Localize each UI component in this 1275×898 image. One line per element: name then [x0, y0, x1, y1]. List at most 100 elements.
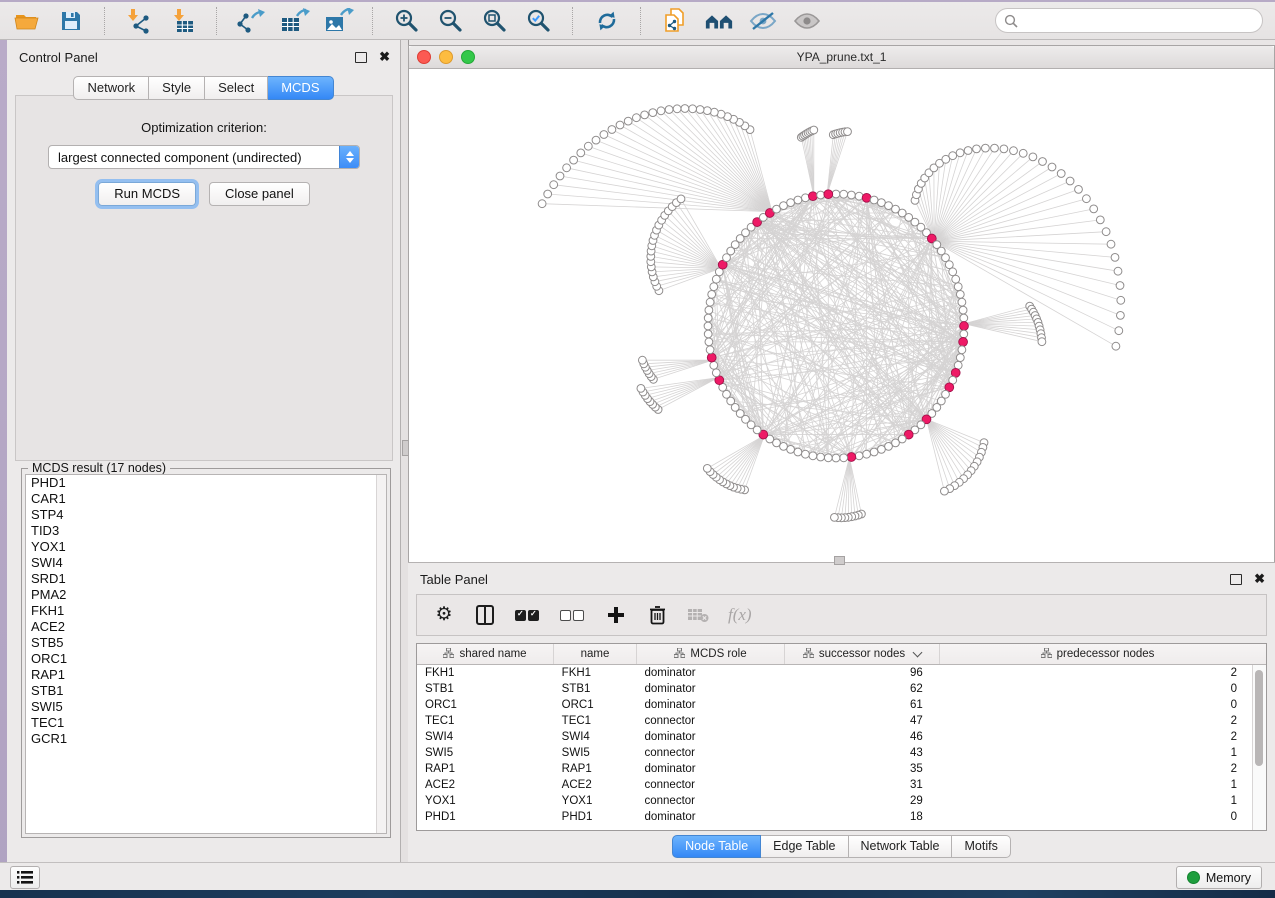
float-panel-icon[interactable] — [355, 52, 367, 63]
float-table-panel-icon[interactable] — [1230, 574, 1242, 585]
export-image-icon[interactable] — [324, 7, 354, 35]
column-header-shared-name[interactable]: shared name — [417, 644, 554, 664]
mcds-result-item[interactable]: SRD1 — [26, 571, 386, 587]
network-node[interactable] — [817, 191, 825, 199]
network-hub-node[interactable] — [809, 192, 818, 201]
mcds-result-item[interactable]: STP4 — [26, 507, 386, 523]
network-leaf-node[interactable] — [1090, 205, 1098, 213]
network-leaf-node[interactable] — [1010, 147, 1018, 155]
network-graph[interactable] — [409, 69, 1274, 563]
network-node[interactable] — [945, 261, 953, 269]
network-canvas[interactable] — [409, 69, 1274, 563]
tab-network-table[interactable]: Network Table — [849, 835, 953, 858]
network-leaf-node[interactable] — [831, 514, 839, 522]
network-leaf-node[interactable] — [592, 136, 600, 144]
network-leaf-node[interactable] — [1116, 282, 1124, 290]
window-close-button[interactable] — [417, 50, 431, 64]
network-node[interactable] — [706, 298, 714, 306]
zoom-selected-icon[interactable] — [524, 7, 554, 35]
table-row[interactable]: PHD1PHD1dominator180 — [417, 809, 1253, 825]
network-leaf-node[interactable] — [1075, 186, 1083, 194]
tab-motifs[interactable]: Motifs — [952, 835, 1010, 858]
network-leaf-node[interactable] — [1112, 342, 1120, 350]
network-leaf-node[interactable] — [563, 164, 571, 172]
network-leaf-node[interactable] — [1019, 149, 1027, 157]
mcds-result-item[interactable]: TID3 — [26, 523, 386, 539]
export-table-icon[interactable] — [280, 7, 310, 35]
network-leaf-node[interactable] — [577, 149, 585, 157]
deselect-all-icon[interactable] — [560, 602, 586, 628]
mcds-result-item[interactable]: FKH1 — [26, 603, 386, 619]
tab-node-table[interactable]: Node Table — [672, 835, 761, 858]
save-icon[interactable] — [56, 7, 86, 35]
network-leaf-node[interactable] — [681, 105, 689, 113]
network-node[interactable] — [817, 453, 825, 461]
network-node[interactable] — [710, 361, 718, 369]
network-leaf-node[interactable] — [1048, 163, 1056, 171]
network-leaf-node[interactable] — [991, 144, 999, 152]
mcds-result-item[interactable]: TEC1 — [26, 715, 386, 731]
network-node[interactable] — [708, 291, 716, 299]
table-row[interactable]: ORC1ORC1dominator610 — [417, 697, 1253, 713]
mcds-result-item[interactable]: PMA2 — [26, 587, 386, 603]
network-leaf-node[interactable] — [677, 195, 685, 203]
column-header-MCDS-role[interactable]: MCDS role — [637, 644, 785, 664]
network-leaf-node[interactable] — [1117, 312, 1125, 320]
network-hub-node[interactable] — [862, 193, 871, 202]
network-leaf-node[interactable] — [1029, 153, 1037, 161]
network-leaf-node[interactable] — [1096, 216, 1104, 224]
mcds-result-item[interactable]: SWI5 — [26, 699, 386, 715]
network-leaf-node[interactable] — [810, 126, 818, 134]
network-node[interactable] — [870, 196, 878, 204]
export-network-icon[interactable] — [236, 7, 266, 35]
network-hub-node[interactable] — [959, 338, 968, 347]
show-columns-icon[interactable] — [474, 602, 496, 628]
tab-style[interactable]: Style — [149, 76, 205, 100]
window-minimize-button[interactable] — [439, 50, 453, 64]
network-node[interactable] — [704, 322, 712, 330]
table-row[interactable]: FKH1FKH1dominator962 — [417, 665, 1253, 681]
search-input[interactable] — [1023, 13, 1254, 29]
network-node[interactable] — [848, 191, 856, 199]
network-node[interactable] — [787, 199, 795, 207]
close-panel-icon[interactable]: ✖ — [379, 52, 390, 62]
mcds-result-item[interactable]: STB5 — [26, 635, 386, 651]
table-row[interactable]: RAP1RAP1dominator352 — [417, 761, 1253, 777]
network-node[interactable] — [949, 268, 957, 276]
network-leaf-node[interactable] — [703, 465, 711, 473]
import-network-icon[interactable] — [124, 7, 154, 35]
network-leaf-node[interactable] — [941, 487, 949, 495]
network-leaf-node[interactable] — [689, 105, 697, 113]
network-leaf-node[interactable] — [1114, 267, 1122, 275]
network-leaf-node[interactable] — [637, 385, 645, 393]
network-node[interactable] — [863, 450, 871, 458]
network-node[interactable] — [956, 354, 964, 362]
mcds-result-item[interactable]: RAP1 — [26, 667, 386, 683]
network-node[interactable] — [832, 454, 840, 462]
import-table-icon[interactable] — [168, 7, 198, 35]
network-node[interactable] — [952, 275, 960, 283]
table-scrollbar-thumb[interactable] — [1255, 670, 1263, 766]
network-leaf-node[interactable] — [1066, 177, 1074, 185]
mcds-result-item[interactable]: SWI4 — [26, 555, 386, 571]
network-leaf-node[interactable] — [949, 152, 957, 160]
network-leaf-node[interactable] — [538, 200, 546, 208]
network-node[interactable] — [960, 330, 968, 338]
delete-column-trash-icon[interactable] — [646, 602, 668, 628]
create-column-plus-icon[interactable] — [605, 602, 627, 628]
network-node[interactable] — [832, 190, 840, 198]
refresh-icon[interactable] — [592, 7, 622, 35]
window-zoom-button[interactable] — [461, 50, 475, 64]
network-node[interactable] — [870, 448, 878, 456]
show-panels-button[interactable] — [10, 866, 40, 889]
network-node[interactable] — [802, 194, 810, 202]
tab-edge-table[interactable]: Edge Table — [761, 835, 848, 858]
network-node[interactable] — [840, 190, 848, 198]
network-node[interactable] — [704, 330, 712, 338]
result-list-scrollbar[interactable] — [376, 475, 386, 833]
hide-selected-eye-slash-icon[interactable] — [748, 7, 778, 35]
network-leaf-node[interactable] — [1000, 145, 1008, 153]
network-leaf-node[interactable] — [844, 128, 852, 136]
table-row[interactable]: TEC1TEC1connector472 — [417, 713, 1253, 729]
network-leaf-node[interactable] — [1111, 254, 1119, 262]
